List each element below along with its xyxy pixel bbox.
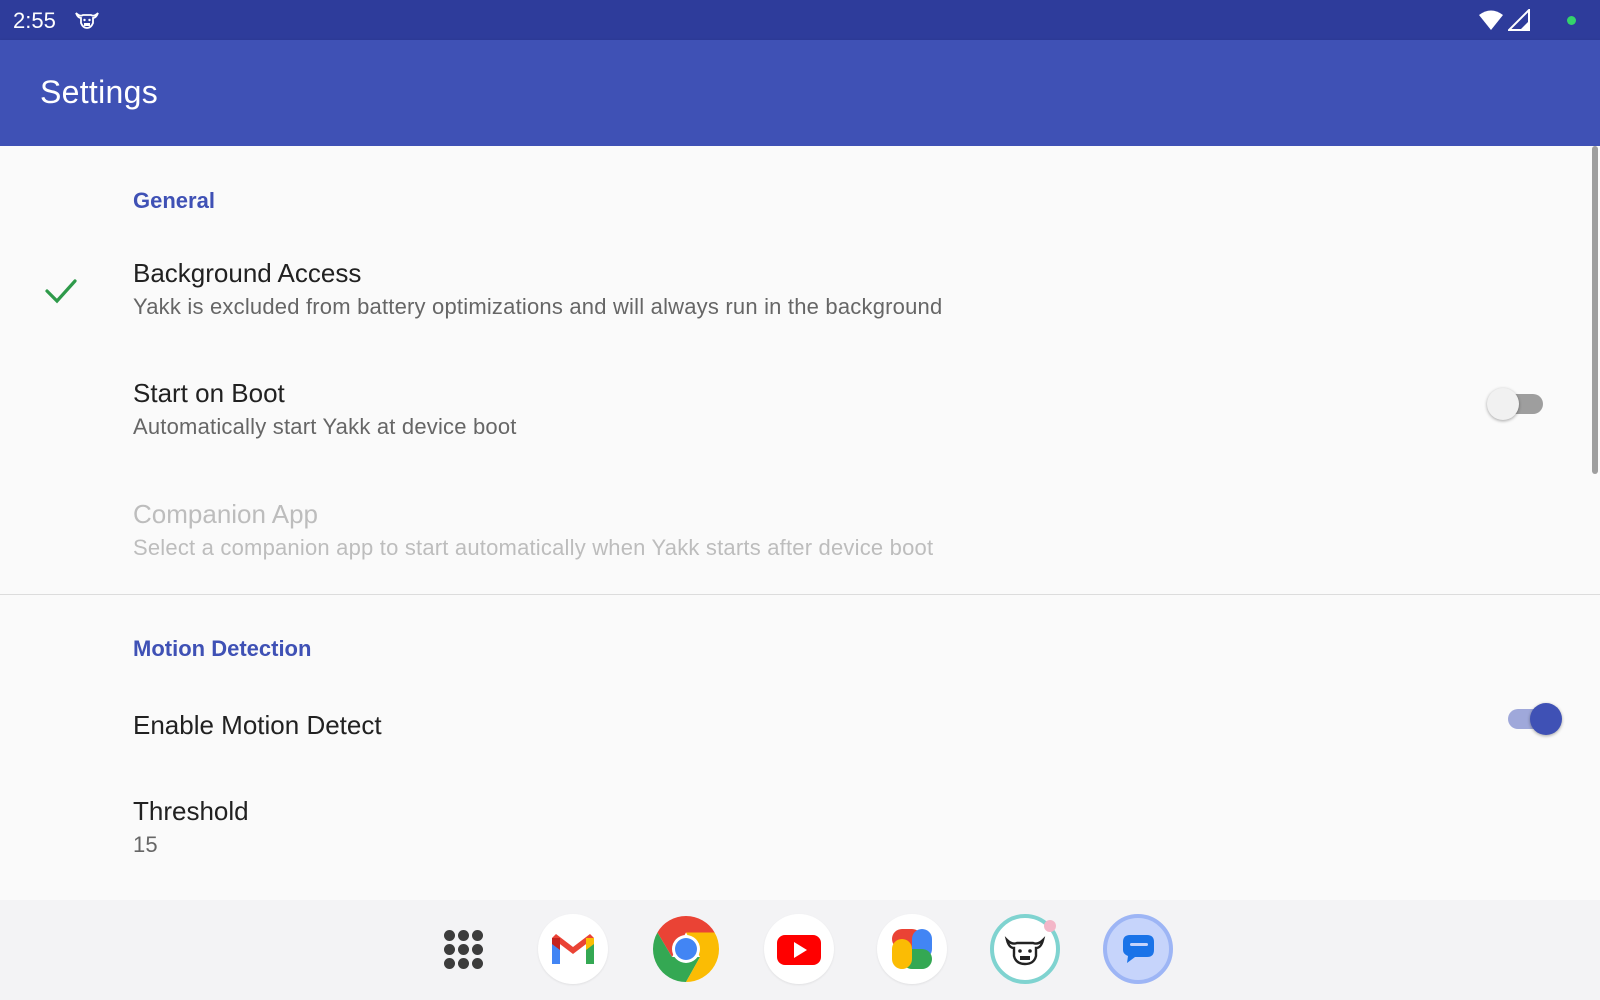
switch-thumb (1487, 388, 1519, 420)
notification-dot (1044, 920, 1056, 932)
pref-threshold[interactable]: Threshold 15 (0, 776, 1600, 876)
chrome-icon[interactable] (651, 914, 721, 984)
pref-companion-app[interactable]: Companion App Select a companion app to … (0, 479, 1600, 587)
settings-list[interactable]: General Background Access Yakk is exclud… (0, 146, 1600, 900)
start-on-boot-switch[interactable] (1487, 384, 1549, 424)
green-dot-icon (1567, 16, 1576, 25)
pref-summary: Select a companion app to start automati… (133, 535, 934, 560)
category-general-header: General (133, 188, 215, 213)
photos-icon[interactable] (877, 914, 947, 984)
pref-enable-motion-detect[interactable]: Enable Motion Detect (0, 676, 1600, 766)
pref-title: Threshold (133, 796, 249, 826)
pref-value: 15 (133, 832, 158, 857)
pref-title: Background Access (133, 258, 362, 288)
wifi-icon (1479, 10, 1503, 30)
apps-grid-icon[interactable] (436, 922, 492, 978)
check-icon (45, 279, 77, 304)
status-bar: 2:55 (0, 0, 1600, 40)
youtube-icon[interactable] (764, 914, 834, 984)
gmail-icon[interactable] (538, 914, 608, 984)
pref-title: Companion App (133, 499, 319, 529)
pref-title: Enable Motion Detect (133, 710, 382, 740)
status-time: 2:55 (13, 8, 56, 33)
app-bar: Settings (0, 40, 1600, 146)
pref-background-access[interactable]: Background Access Yakk is excluded from … (0, 238, 1600, 346)
yakk-notification-icon (75, 12, 99, 29)
category-motion-header: Motion Detection (133, 636, 312, 661)
pref-start-on-boot[interactable]: Start on Boot Automatically start Yakk a… (0, 358, 1600, 466)
app-dock (0, 900, 1600, 1000)
pref-title: Start on Boot (133, 378, 285, 408)
switch-thumb (1530, 703, 1562, 735)
divider (0, 594, 1600, 595)
yakk-icon[interactable] (990, 914, 1060, 984)
pref-summary: Yakk is excluded from battery optimizati… (133, 294, 943, 319)
page-title: Settings (40, 74, 159, 110)
signal-icon (1508, 9, 1530, 31)
messages-icon[interactable] (1103, 914, 1173, 984)
motion-detect-switch[interactable] (1500, 699, 1562, 739)
pref-summary: Automatically start Yakk at device boot (133, 414, 517, 439)
